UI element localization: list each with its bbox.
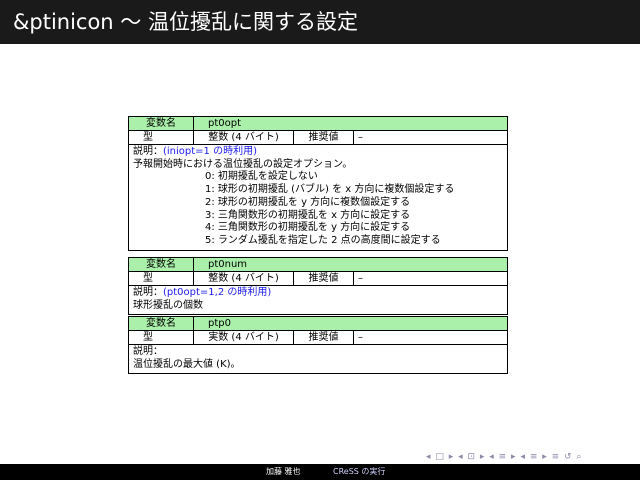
type-value: 実数 (4 バイト) (193, 331, 293, 344)
description-label: 説明： (133, 146, 163, 157)
type-value: 整数 (4 バイト) (193, 131, 293, 144)
option-item: 0: 初期擾乱を設定しない (205, 171, 318, 183)
variable-name: pt0num (193, 258, 507, 271)
description-label: 説明： (133, 346, 163, 357)
description-text: 温位擾乱の最大値 (K)。 (133, 358, 241, 370)
option-item: 2: 球形の初期擾乱を y 方向に複数個設定する (205, 196, 411, 208)
type-row: 型 実数 (4 バイト) 推奨値 – (129, 331, 507, 345)
name-row: 変数名 pt0opt (129, 117, 507, 131)
recommended-label: 推奨値 (293, 131, 353, 144)
option-item: 5: ランダム擾乱を指定した 2 点の高度間に設定する (205, 234, 441, 246)
option-list: 0: 初期擾乱を設定しない 1: 球形の初期擾乱 (バブル) を x 方向に複数… (205, 171, 503, 247)
option-item: 4: 三角関数形の初期擾乱を y 方向に設定する (205, 222, 411, 234)
name-label: 変数名 (146, 118, 176, 129)
type-row: 型 整数 (4 バイト) 推奨値 – (129, 272, 507, 286)
variable-table-ptp0: 変数名 ptp0 型 実数 (4 バイト) 推奨値 – 説明： 温位擾乱の最大値… (128, 316, 508, 375)
variable-name: ptp0 (193, 317, 507, 330)
usage-condition: (iniopt=1 の時利用) (163, 146, 258, 157)
description-heading: 説明：(iniopt=1 の時利用) (133, 146, 503, 159)
footer-author: 加藤 雅也 (266, 467, 301, 476)
footer-bar: 加藤 雅也 CReSS の実行 (0, 464, 640, 480)
type-row: 型 整数 (4 バイト) 推奨値 – (129, 131, 507, 145)
footer-course: CReSS の実行 (333, 467, 386, 476)
description: 説明： 温位擾乱の最大値 (K)。 (129, 345, 507, 373)
type-value: 整数 (4 バイト) (193, 272, 293, 285)
usage-condition: (pt0opt=1,2 の時利用) (163, 287, 272, 298)
option-item: 1: 球形の初期擾乱 (バブル) を x 方向に複数個設定する (205, 184, 455, 196)
type-label: 型 (143, 273, 153, 284)
description-text: 予報開始時における温位擾乱の設定オプション。 (133, 158, 353, 170)
description-heading: 説明： (133, 346, 503, 359)
recommended-value: – (353, 272, 507, 285)
beamer-navigation-icons[interactable]: ◂ □ ▸ ◂ ⊡ ▸ ◂ ≡ ▸ ◂ ≡ ▸ ≡ ↺ ⌕ (426, 452, 582, 462)
type-label: 型 (143, 132, 153, 143)
page-title: &ptinicon ～ 温位擾乱に関する設定 (13, 10, 358, 34)
type-label: 型 (143, 332, 153, 343)
recommended-label: 推奨値 (293, 272, 353, 285)
description: 説明：(pt0opt=1,2 の時利用) 球形擾乱の個数 (129, 286, 507, 314)
name-label: 変数名 (146, 259, 176, 270)
option-item: 3: 三角関数形の初期擾乱を x 方向に設定する (205, 209, 411, 221)
variable-table-pt0num: 変数名 pt0num 型 整数 (4 バイト) 推奨値 – 説明：(pt0opt… (128, 257, 508, 316)
title-bar: &ptinicon ～ 温位擾乱に関する設定 (0, 0, 640, 44)
recommended-value: – (353, 331, 507, 344)
recommended-label: 推奨値 (293, 331, 353, 344)
variable-name: pt0opt (193, 117, 507, 130)
description: 説明：(iniopt=1 の時利用) 予報開始時における温位擾乱の設定オプション… (129, 145, 507, 250)
description-heading: 説明：(pt0opt=1,2 の時利用) (133, 287, 503, 300)
name-row: 変数名 ptp0 (129, 317, 507, 331)
recommended-value: – (353, 131, 507, 144)
name-row: 変数名 pt0num (129, 258, 507, 272)
variable-table-pt0opt: 変数名 pt0opt 型 整数 (4 バイト) 推奨値 – 説明：(iniopt… (128, 116, 508, 251)
description-text: 球形擾乱の個数 (133, 299, 203, 311)
name-label: 変数名 (146, 318, 176, 329)
description-label: 説明： (133, 287, 163, 298)
